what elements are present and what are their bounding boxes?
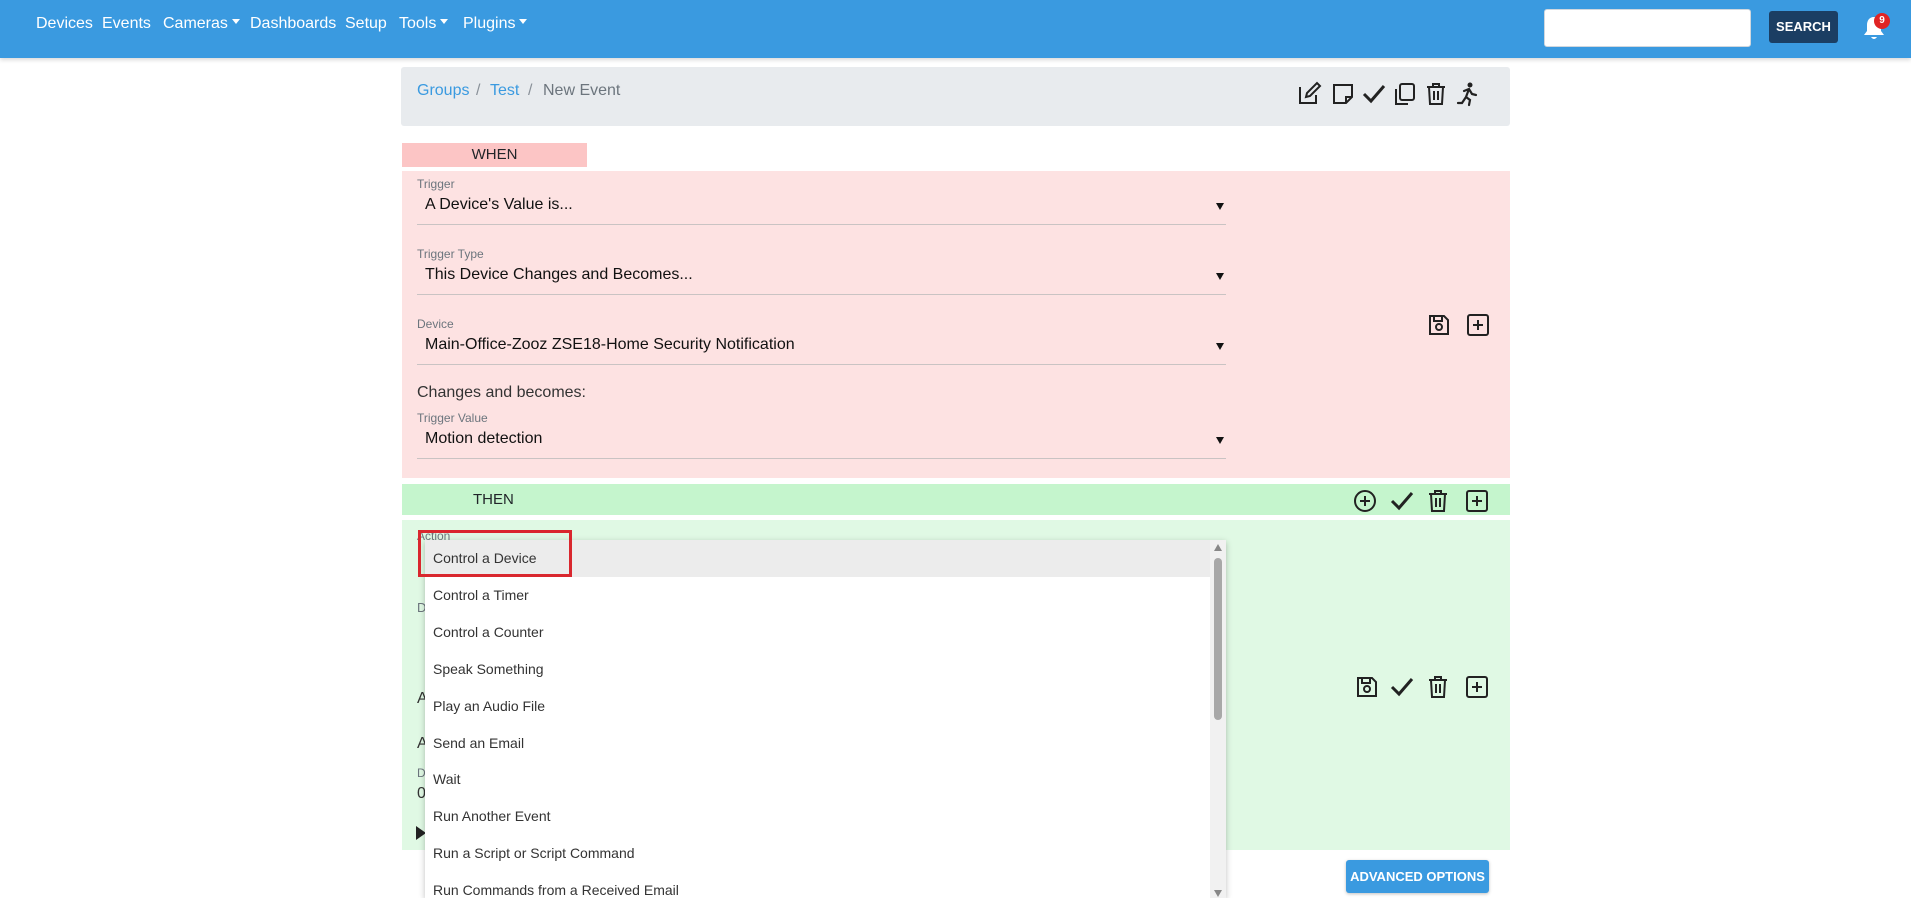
check-icon[interactable] xyxy=(1389,674,1415,700)
breadcrumb-separator: / xyxy=(528,82,533,99)
nav-setup[interactable]: Setup xyxy=(345,15,387,33)
dropdown-option[interactable]: Run Commands from a Received Email xyxy=(425,872,1210,898)
run-icon[interactable] xyxy=(1454,81,1480,107)
advanced-options-button[interactable]: ADVANCED OPTIONS xyxy=(1346,860,1489,893)
then-bar xyxy=(402,484,1510,515)
add-square-icon[interactable] xyxy=(1464,488,1490,514)
nav-tools[interactable]: Tools xyxy=(399,15,449,33)
search-input[interactable] xyxy=(1544,9,1751,47)
copy-icon[interactable] xyxy=(1392,81,1418,107)
then-header: THEN xyxy=(473,491,514,508)
dropdown-option[interactable]: Run a Script or Script Command xyxy=(425,835,1210,872)
breadcrumb-test[interactable]: Test xyxy=(490,82,519,100)
action-dropdown-list: Control a Device Control a Timer Control… xyxy=(425,540,1226,898)
trigger-value-select[interactable]: Motion detection xyxy=(417,427,1226,459)
nav-plugins[interactable]: Plugins xyxy=(463,15,528,33)
trash-icon[interactable] xyxy=(1423,81,1449,107)
edit-icon[interactable] xyxy=(1296,81,1322,107)
device-value: Main-Office-Zooz ZSE18-Home Security Not… xyxy=(425,336,795,353)
add-circle-icon[interactable] xyxy=(1352,488,1378,514)
nav-dashboards[interactable]: Dashboards xyxy=(250,15,336,33)
notification-badge: 9 xyxy=(1874,13,1890,29)
dropdown-option[interactable]: Play an Audio File xyxy=(425,688,1210,725)
top-navbar: Devices Events Cameras Dashboards Setup … xyxy=(0,0,1911,58)
trigger-value-label: Trigger Value xyxy=(417,411,488,425)
dropdown-option[interactable]: Speak Something xyxy=(425,651,1210,688)
add-square-icon[interactable] xyxy=(1464,674,1490,700)
breadcrumb-groups[interactable]: Groups xyxy=(417,82,469,100)
nav-cameras-label: Cameras xyxy=(163,15,228,32)
note-icon[interactable] xyxy=(1330,81,1356,107)
nav-devices[interactable]: Devices xyxy=(36,15,93,33)
dropdown-arrow-icon xyxy=(1216,343,1224,350)
dropdown-arrow-icon xyxy=(1216,203,1224,210)
scroll-up-arrow-icon[interactable] xyxy=(1214,544,1222,551)
trigger-label: Trigger xyxy=(417,177,455,191)
dropdown-scroll-thumb[interactable] xyxy=(1214,558,1222,720)
trigger-select[interactable]: A Device's Value is... xyxy=(417,193,1226,225)
chevron-down-icon xyxy=(440,19,449,25)
breadcrumb-separator: / xyxy=(476,82,481,99)
dropdown-option[interactable]: Send an Email xyxy=(425,725,1210,762)
trigger-value-value: Motion detection xyxy=(425,430,543,447)
device-label: Device xyxy=(417,317,454,331)
nav-plugins-label: Plugins xyxy=(463,15,516,32)
changes-text: Changes and becomes: xyxy=(417,384,586,401)
save-icon[interactable] xyxy=(1354,674,1380,700)
scroll-down-arrow-icon[interactable] xyxy=(1214,890,1222,897)
highlight-box xyxy=(418,530,572,577)
dropdown-option[interactable]: Wait xyxy=(425,761,1210,798)
device-select[interactable]: Main-Office-Zooz ZSE18-Home Security Not… xyxy=(417,333,1226,365)
check-icon[interactable] xyxy=(1361,81,1387,107)
trash-icon[interactable] xyxy=(1425,674,1451,700)
breadcrumb-current: New Event xyxy=(543,82,621,99)
check-icon[interactable] xyxy=(1389,488,1415,514)
trigger-type-select[interactable]: This Device Changes and Becomes... xyxy=(417,263,1226,295)
dropdown-option[interactable]: Control a Counter xyxy=(425,614,1210,651)
nav-events[interactable]: Events xyxy=(102,15,151,33)
trigger-type-label: Trigger Type xyxy=(417,247,484,261)
dropdown-option[interactable]: Run Another Event xyxy=(425,798,1210,835)
dropdown-arrow-icon xyxy=(1216,273,1224,280)
search-button[interactable]: SEARCH xyxy=(1769,11,1838,43)
nav-cameras[interactable]: Cameras xyxy=(163,15,240,33)
chevron-down-icon xyxy=(231,19,240,25)
nav-tools-label: Tools xyxy=(399,15,437,32)
dropdown-arrow-icon xyxy=(1216,437,1224,444)
add-square-icon[interactable] xyxy=(1465,312,1491,338)
trigger-value: A Device's Value is... xyxy=(425,196,573,213)
save-icon[interactable] xyxy=(1426,312,1452,338)
chevron-down-icon xyxy=(519,19,528,25)
trigger-type-value: This Device Changes and Becomes... xyxy=(425,266,693,283)
dropdown-option[interactable]: Control a Timer xyxy=(425,577,1210,614)
when-header: WHEN xyxy=(402,143,587,167)
trash-icon[interactable] xyxy=(1425,488,1451,514)
